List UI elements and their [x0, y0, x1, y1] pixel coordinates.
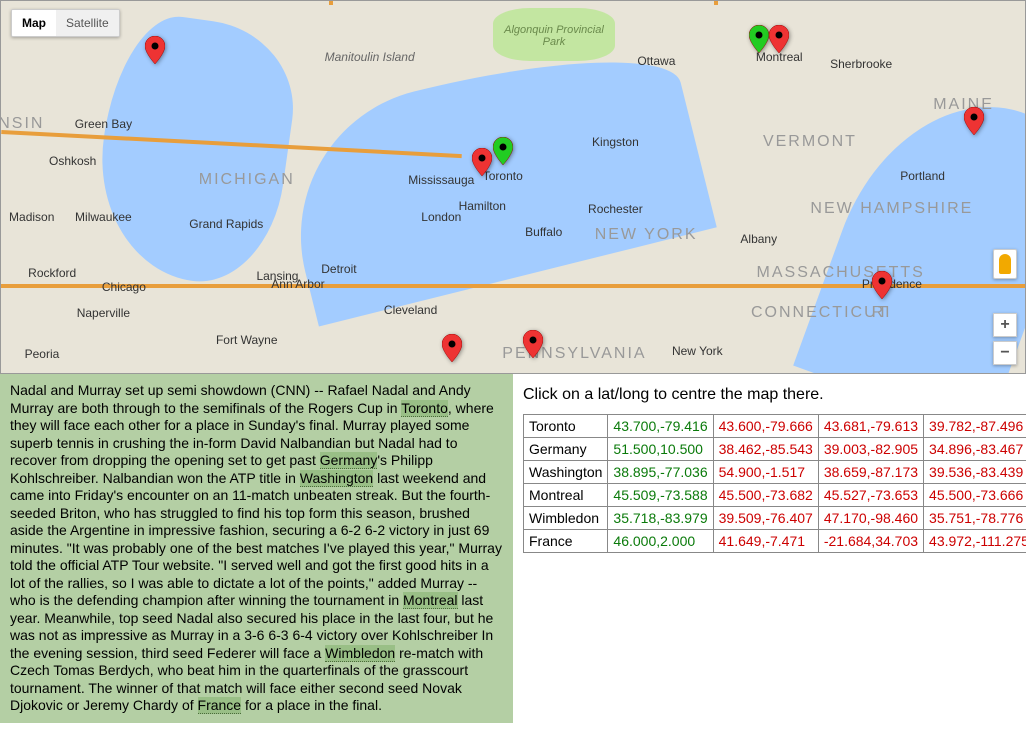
coordinates-panel: Click on a lat/long to centre the map th… [513, 374, 1026, 723]
latlong-cell[interactable]: 35.718,-83.979 [608, 507, 713, 530]
latlong-cell[interactable]: -21.684,34.703 [818, 530, 923, 553]
place-name-cell: Wimbledon [524, 507, 608, 530]
table-row: France46.000,2.00041.649,-7.471-21.684,3… [524, 530, 1026, 553]
zoom-in-button[interactable]: + [993, 313, 1017, 337]
latlong-cell[interactable]: 39.003,-82.905 [818, 438, 923, 461]
map-pin[interactable] [472, 148, 492, 176]
map-type-switch[interactable]: Map Satellite [11, 9, 120, 37]
table-row: Montreal45.509,-73.58845.500,-73.68245.5… [524, 484, 1026, 507]
table-row: Germany51.500,10.50038.462,-85.54339.003… [524, 438, 1026, 461]
map-pin[interactable] [493, 137, 513, 165]
map-type-satellite-tab[interactable]: Satellite [56, 10, 119, 36]
latlong-cell[interactable]: 41.649,-7.471 [713, 530, 818, 553]
place-link-france[interactable]: France [198, 697, 242, 714]
map-pin[interactable] [145, 36, 165, 64]
latlong-cell[interactable]: 43.700,-79.416 [608, 415, 713, 438]
map-pin[interactable] [769, 25, 789, 53]
place-link-wimbledon[interactable]: Wimbledon [325, 645, 395, 662]
latlong-cell[interactable]: 45.500,-73.666 [924, 484, 1026, 507]
latlong-cell[interactable]: 43.972,-111.275 [924, 530, 1026, 553]
latlong-cell[interactable]: 54.900,-1.517 [713, 461, 818, 484]
latlong-cell[interactable]: 38.895,-77.036 [608, 461, 713, 484]
latlong-cell[interactable]: 38.659,-87.173 [818, 461, 923, 484]
map-pin[interactable] [442, 334, 462, 362]
place-link-montreal[interactable]: Montreal [403, 592, 457, 609]
latlong-cell[interactable]: 45.509,-73.588 [608, 484, 713, 507]
article-panel: Nadal and Murray set up semi showdown (C… [0, 374, 513, 723]
place-link-germany[interactable]: Germany [320, 452, 378, 469]
latlong-cell[interactable]: 47.170,-98.460 [818, 507, 923, 530]
place-name-cell: Montreal [524, 484, 608, 507]
latlong-cell[interactable]: 39.536,-83.439 [924, 461, 1026, 484]
latlong-cell[interactable]: 45.500,-73.682 [713, 484, 818, 507]
map-pin[interactable] [523, 330, 543, 358]
latlong-cell[interactable]: 39.509,-76.407 [713, 507, 818, 530]
map-type-map-tab[interactable]: Map [12, 10, 56, 36]
place-link-toronto[interactable]: Toronto [401, 400, 448, 417]
place-name-cell: Toronto [524, 415, 608, 438]
zoom-out-button[interactable]: − [993, 341, 1017, 365]
place-link-washington[interactable]: Washington [300, 470, 373, 487]
place-name-cell: Germany [524, 438, 608, 461]
table-row: Wimbledon35.718,-83.97939.509,-76.40747.… [524, 507, 1026, 530]
map-pin[interactable] [872, 271, 892, 299]
latlong-cell[interactable]: 46.000,2.000 [608, 530, 713, 553]
latlong-cell[interactable]: 39.782,-87.496 [924, 415, 1026, 438]
map-container[interactable]: Algonquin Provincial Park Manitoulin Isl… [0, 0, 1026, 374]
pegman-icon[interactable] [993, 249, 1017, 279]
latlong-cell[interactable]: 34.896,-83.467 [924, 438, 1026, 461]
place-name-cell: Washington [524, 461, 608, 484]
table-row: Washington38.895,-77.03654.900,-1.51738.… [524, 461, 1026, 484]
latlong-cell[interactable]: 45.527,-73.653 [818, 484, 923, 507]
place-name-cell: France [524, 530, 608, 553]
table-row: Toronto43.700,-79.41643.600,-79.66643.68… [524, 415, 1026, 438]
coordinates-table: Toronto43.700,-79.41643.600,-79.66643.68… [523, 414, 1026, 553]
map-pin[interactable] [749, 25, 769, 53]
coordinates-title: Click on a lat/long to centre the map th… [523, 386, 1022, 404]
map-pin[interactable] [964, 107, 984, 135]
latlong-cell[interactable]: 51.500,10.500 [608, 438, 713, 461]
latlong-cell[interactable]: 43.681,-79.613 [818, 415, 923, 438]
latlong-cell[interactable]: 43.600,-79.666 [713, 415, 818, 438]
latlong-cell[interactable]: 38.462,-85.543 [713, 438, 818, 461]
latlong-cell[interactable]: 35.751,-78.776 [924, 507, 1026, 530]
